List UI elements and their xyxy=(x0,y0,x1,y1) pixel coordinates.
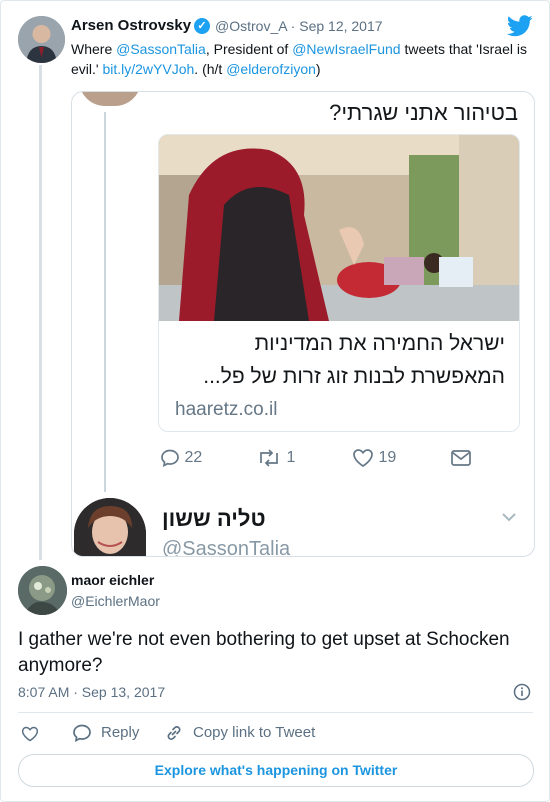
inner-reply-count: 22 xyxy=(184,449,203,467)
reply-author-handle[interactable]: @EichlerMaor xyxy=(71,593,160,609)
heart-icon xyxy=(353,449,373,467)
inner-avatar-cropped xyxy=(79,92,141,106)
action-divider xyxy=(18,712,533,713)
inner-like-count: 19 xyxy=(378,449,397,467)
thread-connector xyxy=(39,65,42,560)
short-link[interactable]: bit.ly/2wYVJoh xyxy=(102,61,194,77)
inner-like-action: 19 xyxy=(352,448,396,470)
news-link-card: ישראל החמירה את המדיניות המאפשרת לבנות ז… xyxy=(158,134,520,432)
inner-reply-action: 22 xyxy=(160,448,202,470)
inner-tweet-text: בטיהור אתני שגרתי? xyxy=(329,100,518,125)
text-segment: , President of xyxy=(205,41,293,57)
parent-tweet-text: Where @SassonTalia, President of @NewIsr… xyxy=(71,39,531,79)
explore-twitter-button[interactable]: Explore what's happening on Twitter xyxy=(18,754,534,787)
info-icon[interactable] xyxy=(513,683,531,701)
mention-sassontalia[interactable]: @SassonTalia xyxy=(116,41,206,57)
verified-badge-icon: ✓ xyxy=(194,18,210,34)
tweet-embed-container: Arsen Ostrovsky ✓ @Ostrov_A · Sep 12, 20… xyxy=(0,0,550,802)
inner-thread-line xyxy=(104,112,106,492)
news-photo xyxy=(159,135,519,321)
embedded-screenshot-card[interactable]: בטיהור אתני שגרתי? ישראל החמירה את המדינ… xyxy=(71,91,535,557)
reply-button[interactable]: Reply xyxy=(72,723,139,743)
retweet-icon xyxy=(260,449,278,467)
mention-elderofziyon[interactable]: @elderofziyon xyxy=(226,61,316,77)
inner-author-handle: @SassonTalia xyxy=(162,538,291,557)
chevron-down-icon xyxy=(500,510,518,524)
inner-author-name: טליה ששון xyxy=(162,506,266,531)
parent-handle-date[interactable]: @Ostrov_A · Sep 12, 2017 xyxy=(215,18,383,34)
comment-icon xyxy=(73,724,91,743)
news-headline-line1: ישראל החמירה את המדיניות xyxy=(254,332,505,355)
reply-timestamp[interactable]: 8:07 AM · Sep 13, 2017 xyxy=(18,684,165,700)
arsen-avatar[interactable] xyxy=(18,16,65,63)
inner-retweet-action: 1 xyxy=(256,448,295,470)
text-segment: ) xyxy=(315,61,321,77)
inner-dm-action xyxy=(450,448,472,470)
mention-newisraelfund[interactable]: @NewIsraelFund xyxy=(292,41,400,57)
like-button[interactable] xyxy=(21,725,39,743)
reply-author-name[interactable]: maor eichler xyxy=(71,572,154,588)
heart-icon xyxy=(21,726,39,742)
envelope-icon xyxy=(451,450,471,466)
news-headline-line2: המאפשרת לבנות זוג זרות של פל... xyxy=(203,365,505,388)
parent-author-name[interactable]: Arsen Ostrovsky xyxy=(71,17,191,34)
maor-avatar[interactable] xyxy=(18,566,67,615)
twitter-bird-icon[interactable] xyxy=(506,15,533,37)
talia-avatar xyxy=(74,498,146,556)
text-segment: Where xyxy=(71,41,117,57)
copy-link-label: Copy link to Tweet xyxy=(193,723,316,741)
inner-retweet-count: 1 xyxy=(286,449,296,467)
copy-link-button[interactable]: Copy link to Tweet xyxy=(164,723,315,743)
reply-label: Reply xyxy=(101,723,140,741)
text-segment: . (h/t xyxy=(194,61,227,77)
comment-icon xyxy=(161,449,179,468)
reply-tweet-text: I gather we're not even bothering to get… xyxy=(18,629,510,676)
news-domain: haaretz.co.il xyxy=(175,399,278,420)
link-icon xyxy=(167,726,181,740)
